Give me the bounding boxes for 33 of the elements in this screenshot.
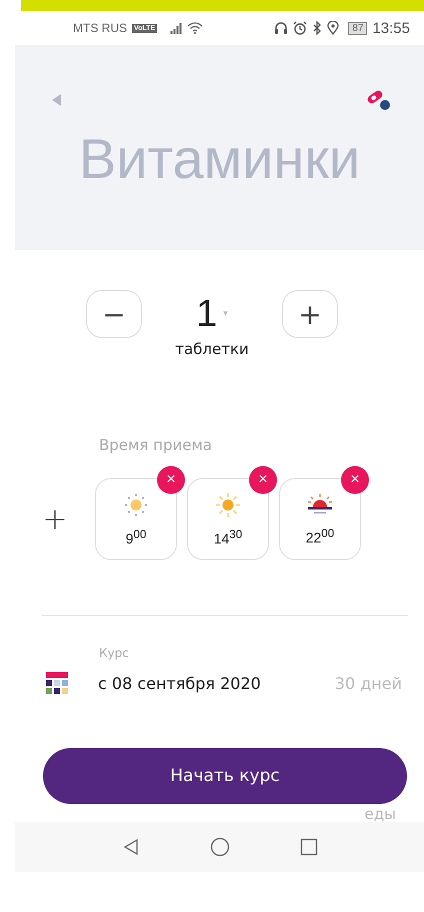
headphones-icon	[274, 21, 288, 35]
remove-button[interactable]: ×	[341, 466, 369, 494]
sun-icon	[215, 492, 241, 518]
battery-level: 87	[348, 22, 368, 34]
back-nav-icon[interactable]	[122, 838, 140, 856]
sun-icon	[123, 492, 149, 518]
remove-button[interactable]: ×	[249, 466, 277, 494]
faded-text: еды	[364, 806, 396, 822]
calendar-icon	[46, 672, 68, 694]
carrier-name: MTS RUS	[73, 21, 127, 35]
remove-button[interactable]: ×	[157, 466, 185, 494]
decrease-button[interactable]: −	[86, 290, 142, 338]
intake-label: Время приема	[98, 436, 213, 454]
home-nav-icon[interactable]	[210, 837, 230, 857]
medicine-title: Витаминки	[78, 126, 362, 191]
add-time-button[interactable]: +	[40, 502, 70, 536]
bluetooth-icon	[312, 21, 322, 35]
dose-count[interactable]: 1	[196, 292, 218, 336]
location-icon	[327, 21, 340, 35]
increase-button[interactable]: +	[282, 290, 338, 338]
dose-unit: таблетки	[174, 340, 250, 358]
signal-icon	[170, 22, 182, 34]
course-label: Курс	[98, 646, 130, 660]
course-start-date[interactable]: с 08 сентября 2020	[98, 674, 261, 692]
intake-time: 14$^{30}$	[214, 528, 242, 546]
recents-nav-icon[interactable]	[300, 838, 318, 856]
intake-time: 22$^{00}$	[306, 526, 334, 546]
pill-icon	[366, 88, 392, 112]
start-course-button[interactable]: Начать курс	[43, 748, 407, 804]
alarm-icon	[293, 21, 308, 35]
wifi-icon	[187, 22, 204, 34]
clock-time: 13:55	[372, 20, 410, 36]
intake-time: 9$^{00}$	[126, 528, 146, 546]
